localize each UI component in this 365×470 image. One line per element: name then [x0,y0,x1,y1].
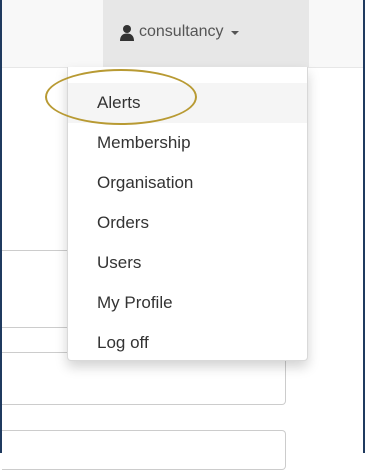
user-dropdown-menu: Alerts Membership Organisation Orders Us… [67,67,308,361]
menu-item-users[interactable]: Users [68,243,307,283]
menu-item-alerts[interactable]: Alerts [68,83,307,123]
user-icon [119,24,135,41]
caret-down-icon[interactable] [230,31,239,35]
user-menu-toggle[interactable]: consultancy [103,0,309,67]
menu-item-my-profile[interactable]: My Profile [68,283,307,323]
menu-item-log-off[interactable]: Log off [68,323,307,363]
menu-item-membership[interactable]: Membership [68,123,307,163]
user-menu-toggle-content[interactable]: consultancy [119,20,239,44]
menu-item-orders[interactable]: Orders [68,203,307,243]
menu-item-organisation[interactable]: Organisation [68,163,307,203]
username-label[interactable]: consultancy [139,20,224,44]
form-field-3[interactable] [2,430,286,470]
top-navbar: consultancy [2,0,363,68]
